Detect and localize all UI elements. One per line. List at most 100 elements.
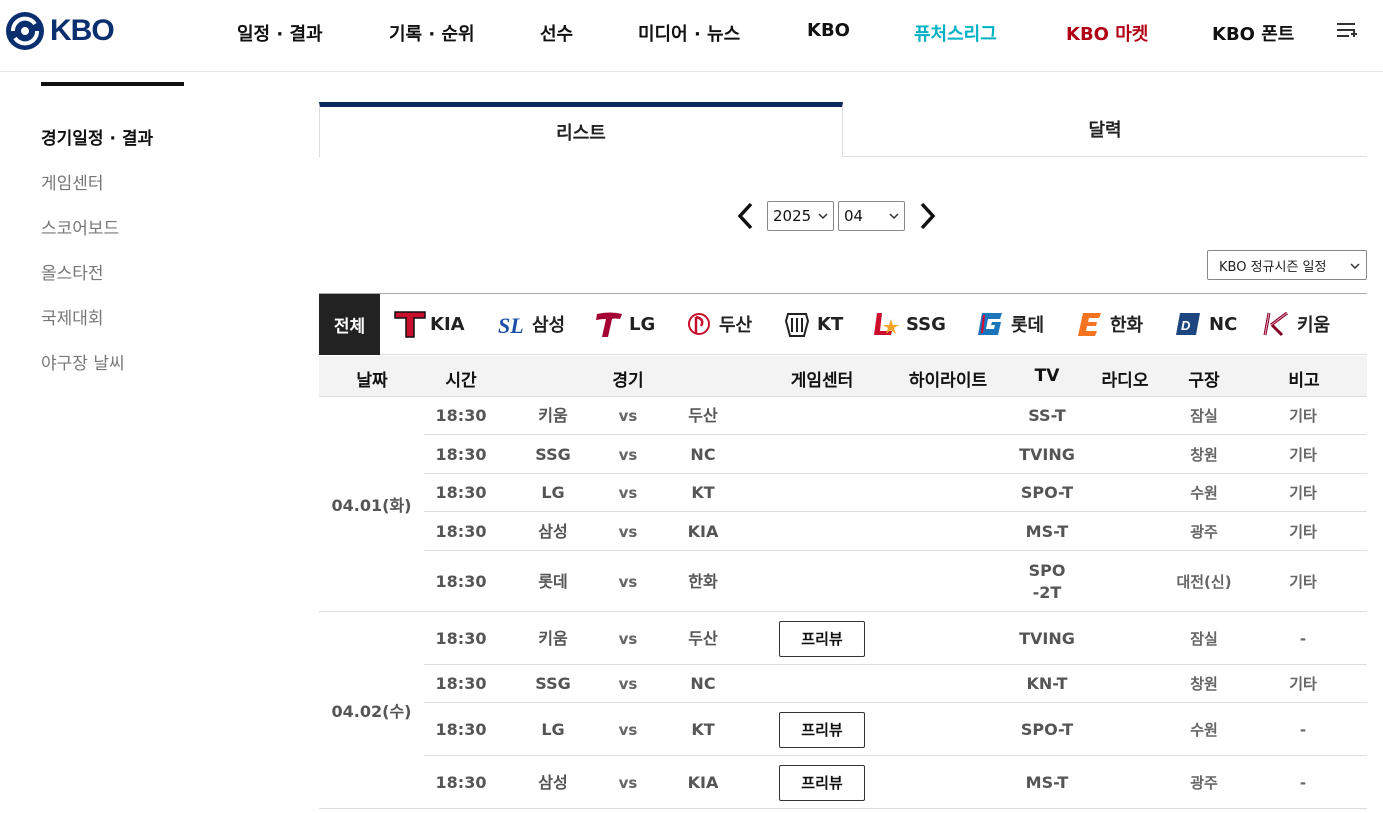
game-time: 18:30 [435,406,487,425]
note: 기타 [1289,445,1317,464]
team-filter-ssg[interactable]: SSG [869,308,946,340]
team-filter-nc[interactable]: D NC [1172,308,1237,340]
team-name: LG [629,313,656,335]
stadium: 수원 [1190,720,1218,739]
sidebar-item-weather[interactable]: 야구장 날씨 [41,349,125,374]
nav-kbo[interactable]: KBO [807,20,850,41]
sidebar-item-international[interactable]: 국제대회 [41,304,104,329]
team-name: KT [817,313,844,335]
ssg-logo-icon [874,313,899,335]
month-select[interactable]: 04 [838,201,905,231]
kiwoom-logo-icon [1263,311,1288,337]
nav-players[interactable]: 선수 [540,20,573,46]
away-team: SSG [535,674,571,693]
nav-media[interactable]: 미디어 · 뉴스 [638,20,740,46]
vs-label: vs [618,629,638,648]
col-time: 시간 [445,371,477,391]
tab-calendar[interactable]: 달력 [843,102,1367,157]
menu-icon[interactable] [1336,20,1358,40]
team-filter-all[interactable]: 전체 [319,294,380,355]
season-value: KBO 정규시즌 일정 [1219,259,1327,275]
prev-month-arrow-icon[interactable] [735,200,757,232]
home-team: KT [691,483,715,502]
sidebar-item-gamecenter[interactable]: 게임센터 [41,169,104,194]
sidebar-item-allstar[interactable]: 올스타전 [41,259,104,284]
team-name: 롯데 [1011,315,1045,336]
game-time: 18:30 [435,571,487,591]
game-time: 18:30 [435,444,487,464]
team-filter-doosan[interactable]: 두산 [682,308,752,340]
game-time: 18:30 [435,674,487,693]
samsung-logo-icon: SL [498,313,524,338]
home-team: KIA [687,521,719,541]
stadium: 광주 [1190,773,1218,792]
col-tv: TV [1034,366,1060,386]
tab-list[interactable]: 리스트 [319,102,843,157]
date-cell: 04.01(화) [319,397,424,612]
note: 기타 [1289,675,1317,693]
note: 기타 [1289,572,1317,591]
home-team: KIA [687,772,719,792]
team-filter-kt[interactable]: KT [780,308,843,340]
nav-font[interactable]: KBO 폰트 [1212,20,1294,46]
home-team: 두산 [688,406,718,425]
date-cell: 04.02(수) [319,612,424,809]
hanwha-logo-icon [1078,313,1101,336]
year-select[interactable]: 2025 [767,201,834,231]
team-filter-hanwha[interactable]: 한화 [1073,308,1143,340]
tv-channel: MS-T [1025,521,1069,541]
team-name: 삼성 [532,315,566,336]
vs-label: vs [618,675,638,693]
team-name: SSG [906,313,946,335]
nav-market[interactable]: KBO 마켓 [1066,20,1148,46]
team-filter-kiwoom[interactable]: 키움 [1260,308,1330,340]
nav-futures[interactable]: 퓨처스리그 [914,20,997,46]
sidebar-item-scoreboard[interactable]: 스코어보드 [41,214,119,239]
chevron-down-icon [1350,263,1360,270]
kbo-logo[interactable]: KBO [4,10,115,52]
game-time: 18:30 [435,628,487,648]
away-team: 키움 [538,406,568,425]
kbo-emblem-icon [6,12,44,50]
preview-button[interactable]: 프리뷰 [779,711,865,748]
season-select[interactable]: KBO 정규시즌 일정 [1207,250,1367,280]
stadium: 잠실 [1190,407,1218,425]
home-team: 두산 [688,628,718,648]
table-row [424,703,1367,756]
sidebar-item-schedule[interactable]: 경기일정 · 결과 [41,124,153,149]
doosan-logo-icon [688,313,710,335]
tv-channel: MS-T [1025,772,1069,792]
stadium: 대전(신) [1176,572,1232,591]
col-radio: 라디오 [1101,371,1149,391]
preview-button[interactable]: 프리뷰 [779,764,865,801]
svg-text:D: D [1181,318,1191,333]
game-time: 18:30 [435,772,487,792]
team-name: 두산 [719,315,753,336]
svg-text:SL: SL [498,313,524,338]
team-filter-kia[interactable]: KIA [393,308,465,340]
team-name: NC [1209,313,1238,335]
home-team: NC [690,674,716,693]
table-row [424,474,1367,512]
away-team: 삼성 [538,521,568,541]
vs-label: vs [618,484,638,502]
note: 기타 [1289,407,1317,425]
preview-button[interactable]: 프리뷰 [779,620,865,657]
stadium: 창원 [1190,445,1218,464]
nav-schedule[interactable]: 일정 · 결과 [237,20,323,46]
note: 기타 [1289,522,1317,541]
next-month-arrow-icon[interactable] [916,200,938,232]
vs-label: vs [618,773,638,792]
away-team: 삼성 [538,772,568,792]
tv-channel: SPO-2T [1028,560,1066,602]
tab-calendar-label: 달력 [1088,120,1122,141]
nav-records[interactable]: 기록 · 순위 [389,20,475,46]
team-filter-lotte[interactable]: 롯데 [974,308,1044,340]
team-filter-lg[interactable]: LG [592,308,655,340]
team-filter-samsung[interactable]: SL 삼성 [495,308,565,340]
note: 기타 [1289,484,1317,502]
chevron-down-icon [889,213,899,220]
game-time: 18:30 [435,719,487,739]
vs-label: vs [618,522,638,541]
away-team: LG [541,483,565,502]
